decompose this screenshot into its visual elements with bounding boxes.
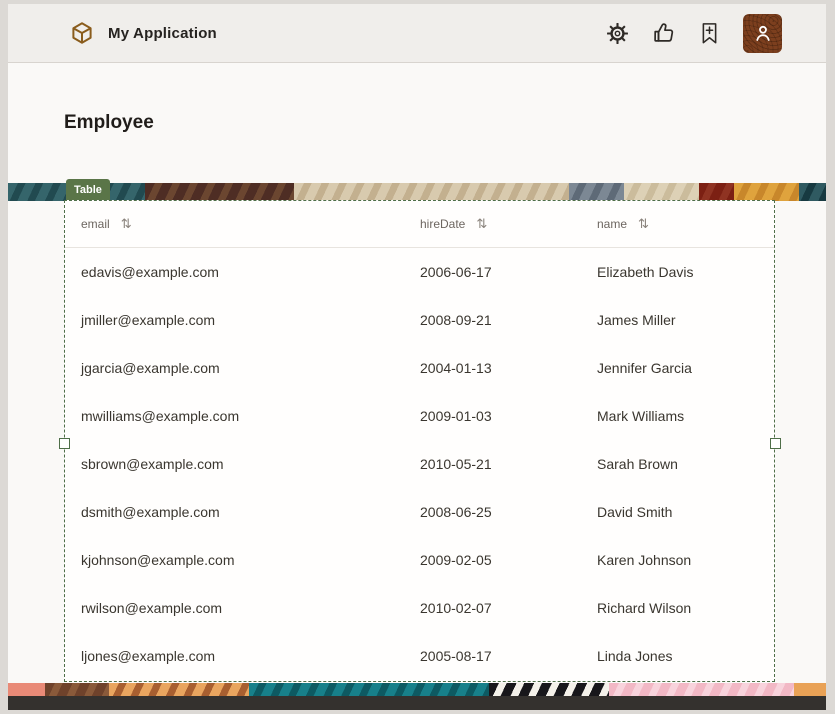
table-row[interactable]: jgarcia@example.com2004-01-13Jennifer Ga… (65, 344, 774, 392)
cell-hireDate: 2008-06-25 (404, 504, 581, 520)
resize-handle-right[interactable] (770, 438, 781, 449)
cell-name: Sarah Brown (581, 456, 774, 472)
app-logo-cube-icon (70, 21, 94, 45)
cell-name: Elizabeth Davis (581, 264, 774, 280)
table-row[interactable]: jmiller@example.com2008-09-21James Mille… (65, 296, 774, 344)
selection-badge[interactable]: Table (66, 179, 110, 200)
app-canvas: My Application (8, 4, 826, 710)
cell-email: rwilson@example.com (65, 600, 404, 616)
cell-email: jmiller@example.com (65, 312, 404, 328)
strip-segment (569, 183, 624, 201)
cell-email: jgarcia@example.com (65, 360, 404, 376)
sort-icon[interactable]: ⇅ (476, 217, 487, 232)
strip-segment (249, 683, 489, 696)
cell-name: Mark Williams (581, 408, 774, 424)
strip-segment (794, 683, 826, 696)
strip-segment (799, 183, 826, 201)
strip-segment (45, 683, 110, 696)
cell-hireDate: 2008-09-21 (404, 312, 581, 328)
cell-email: edavis@example.com (65, 264, 404, 280)
cell-name: Richard Wilson (581, 600, 774, 616)
decorative-strip-bottom (8, 683, 826, 696)
column-header-name[interactable]: name ⇅ (581, 217, 774, 232)
sort-icon[interactable]: ⇅ (121, 217, 132, 232)
cell-hireDate: 2005-08-17 (404, 648, 581, 664)
sort-icon[interactable]: ⇅ (638, 217, 649, 232)
gear-icon (606, 22, 629, 45)
cell-name: Linda Jones (581, 648, 774, 664)
footer-bar (8, 696, 826, 710)
column-label: email (81, 217, 110, 231)
column-header-email[interactable]: email ⇅ (65, 217, 404, 232)
table-row[interactable]: rwilson@example.com2010-02-07Richard Wil… (65, 584, 774, 632)
cell-hireDate: 2010-02-07 (404, 600, 581, 616)
settings-button[interactable] (606, 22, 629, 45)
cell-email: sbrown@example.com (65, 456, 404, 472)
strip-segment (294, 183, 569, 201)
table-header-row: email ⇅ hireDate ⇅ name ⇅ (65, 201, 774, 248)
bookmark-add-button[interactable] (699, 21, 720, 46)
strip-segment (609, 683, 794, 696)
like-button[interactable] (652, 21, 676, 45)
desktop-background: { "header": { "app_title": "My Applicati… (0, 0, 835, 714)
cell-email: mwilliams@example.com (65, 408, 404, 424)
cell-email: kjohnson@example.com (65, 552, 404, 568)
cell-name: James Miller (581, 312, 774, 328)
bookmark-plus-icon (699, 21, 720, 46)
column-header-hireDate[interactable]: hireDate ⇅ (404, 217, 581, 232)
cell-name: Karen Johnson (581, 552, 774, 568)
cell-hireDate: 2010-05-21 (404, 456, 581, 472)
cell-name: Jennifer Garcia (581, 360, 774, 376)
strip-segment (145, 183, 295, 201)
table-body: edavis@example.com2006-06-17Elizabeth Da… (65, 248, 774, 680)
column-label: hireDate (420, 217, 465, 231)
table-row[interactable]: sbrown@example.com2010-05-21Sarah Brown (65, 440, 774, 488)
strip-segment (624, 183, 699, 201)
cell-hireDate: 2006-06-17 (404, 264, 581, 280)
app-title: My Application (108, 25, 217, 42)
table-row[interactable]: ljones@example.com2005-08-17Linda Jones (65, 632, 774, 680)
resize-handle-left[interactable] (59, 438, 70, 449)
table-row[interactable]: edavis@example.com2006-06-17Elizabeth Da… (65, 248, 774, 296)
table-row[interactable]: dsmith@example.com2008-06-25David Smith (65, 488, 774, 536)
cell-email: dsmith@example.com (65, 504, 404, 520)
strip-segment (489, 683, 609, 696)
cell-email: ljones@example.com (65, 648, 404, 664)
cell-name: David Smith (581, 504, 774, 520)
table-row[interactable]: mwilliams@example.com2009-01-03Mark Will… (65, 392, 774, 440)
strip-segment (8, 683, 45, 696)
cell-hireDate: 2009-01-03 (404, 408, 581, 424)
user-avatar-button[interactable] (743, 14, 782, 53)
app-brand: My Application (70, 21, 217, 45)
appbar-actions (606, 14, 782, 53)
strip-segment (109, 683, 249, 696)
table-row[interactable]: kjohnson@example.com2009-02-05Karen John… (65, 536, 774, 584)
cell-hireDate: 2009-02-05 (404, 552, 581, 568)
decorative-strip-top (8, 183, 826, 201)
person-icon (751, 21, 775, 45)
strip-segment (734, 183, 799, 201)
page-title: Employee (64, 112, 154, 134)
cell-hireDate: 2004-01-13 (404, 360, 581, 376)
employee-table[interactable]: email ⇅ hireDate ⇅ name ⇅ edavis@example… (64, 200, 775, 682)
column-label: name (597, 217, 627, 231)
strip-segment (699, 183, 734, 201)
thumbs-up-icon (652, 21, 676, 45)
app-header: My Application (8, 4, 826, 63)
